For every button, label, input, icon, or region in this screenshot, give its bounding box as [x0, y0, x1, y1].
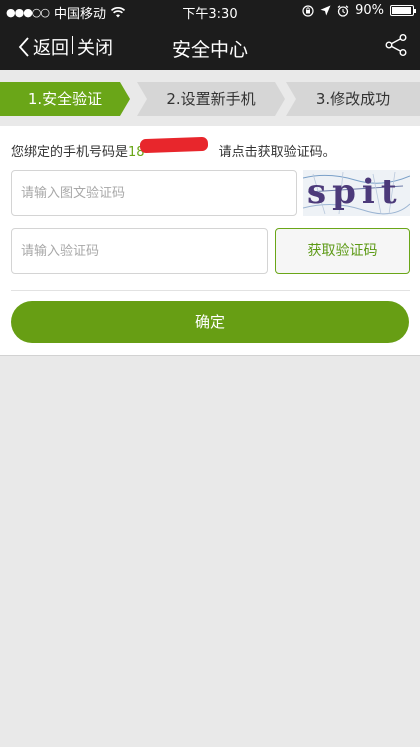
step-set-new-phone: 2.设置新手机: [137, 82, 285, 116]
alarm-icon: [337, 4, 349, 17]
step-security-verification: 1.安全验证: [0, 82, 130, 116]
sms-code-input[interactable]: [11, 228, 268, 274]
verification-card: 您绑定的手机号码是18请点击获取验证码。 spit 获取验证码 确定: [0, 126, 420, 356]
nav-bar: 返回 关闭 安全中心: [0, 22, 420, 70]
captcha-graphic: spit: [303, 171, 410, 215]
rotation-lock-icon: [302, 4, 314, 17]
captcha-image[interactable]: spit: [303, 170, 410, 216]
captcha-text: spit: [307, 172, 403, 212]
status-bar: ●●●○○ 中国移动 下午3:30 90%: [0, 0, 420, 22]
share-icon: [385, 34, 407, 57]
battery-percent: 90%: [355, 3, 384, 18]
phone-redaction-mark: [139, 136, 209, 154]
confirm-button[interactable]: 确定: [11, 301, 409, 343]
bound-phone-suffix: 请点击获取验证码。: [218, 145, 336, 160]
location-arrow-icon: [320, 5, 331, 16]
status-right: 90%: [302, 3, 416, 18]
page-title: 安全中心: [171, 39, 248, 61]
progress-steps: 1.安全验证 2.设置新手机 3.修改成功: [0, 82, 420, 116]
captcha-input[interactable]: [11, 170, 297, 216]
bound-phone-prefix: 您绑定的手机号码是: [11, 145, 129, 160]
card-bottom-border: [0, 355, 420, 356]
battery-icon: [390, 5, 416, 16]
form-divider: [11, 290, 410, 291]
step-modify-success: 3.修改成功: [286, 82, 420, 116]
share-button[interactable]: [384, 33, 408, 61]
get-code-button[interactable]: 获取验证码: [275, 228, 410, 274]
